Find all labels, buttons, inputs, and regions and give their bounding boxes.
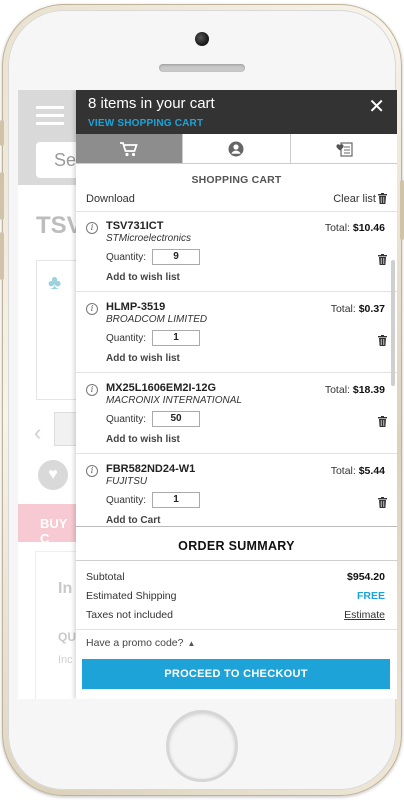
promo-code-label: Have a promo code?: [86, 637, 184, 649]
leaf-icon: ♣: [48, 272, 62, 294]
download-link[interactable]: Download: [86, 193, 135, 205]
proceed-to-checkout-button[interactable]: PROCEED TO CHECKOUT: [82, 659, 390, 689]
mute-switch: [0, 120, 4, 146]
quantity-label: Quantity:: [106, 252, 147, 263]
manufacturer: BROADCOM LIMITED: [106, 314, 208, 325]
info-icon[interactable]: i: [86, 222, 98, 234]
chevron-left-icon[interactable]: ‹: [34, 420, 41, 446]
earpiece-speaker: [159, 64, 245, 72]
clear-list-button[interactable]: Clear list: [333, 193, 387, 205]
add-to-wish-list-link[interactable]: Add to wish list: [106, 434, 180, 445]
wishlist-icon: [336, 141, 353, 157]
trash-icon: [378, 193, 387, 204]
cart-item: i MX25L1606EM2I-12G MACRONIX INTERNATION…: [76, 374, 397, 454]
cart-icon: [120, 141, 138, 156]
item-total: Total: $0.37: [331, 303, 385, 315]
cart-tabs: [76, 134, 397, 164]
cart-item: i HLMP-3519 BROADCOM LIMITED Total: $0.3…: [76, 293, 397, 373]
add-to-wish-list-link[interactable]: Add to wish list: [106, 353, 180, 364]
info-icon[interactable]: i: [86, 465, 98, 477]
scrollbar[interactable]: [391, 260, 395, 386]
front-camera: [195, 32, 209, 46]
divider: [76, 629, 397, 630]
part-number[interactable]: FBR582ND24-W1: [106, 463, 195, 475]
cart-items-list: i TSV731ICT STMicroelectronics Total: $1…: [76, 212, 397, 526]
quantity-label: Quantity:: [106, 414, 147, 425]
trash-icon[interactable]: [378, 335, 387, 346]
shopping-cart-heading: SHOPPING CART: [191, 174, 282, 186]
trash-icon[interactable]: [378, 497, 387, 508]
quantity-input[interactable]: 50: [152, 411, 200, 427]
section-heading: In: [58, 580, 73, 597]
quantity-heading: QU: [58, 630, 76, 644]
order-summary-title: ORDER SUMMARY: [178, 539, 295, 553]
estimate-link[interactable]: Estimate: [344, 609, 385, 621]
volume-up-button: [0, 172, 4, 220]
buy-button[interactable]: BUY C: [18, 504, 78, 546]
manufacturer: MACRONIX INTERNATIONAL: [106, 395, 242, 406]
total-value: $5.44: [358, 465, 385, 477]
quantity-input[interactable]: 1: [152, 330, 200, 346]
heart-add-icon[interactable]: ♥: [38, 460, 68, 490]
info-icon[interactable]: i: [86, 384, 98, 396]
manufacturer: FUJITSU: [106, 476, 148, 487]
item-total: Total: $5.44: [331, 465, 385, 477]
item-total: Total: $10.46: [325, 222, 385, 234]
total-label: Total:: [330, 465, 356, 477]
home-button[interactable]: [166, 710, 238, 782]
trash-icon[interactable]: [378, 416, 387, 427]
cart-title: 8 items in your cart: [88, 95, 215, 112]
volume-down-button: [0, 232, 4, 280]
view-shopping-cart-link[interactable]: VIEW SHOPPING CART: [88, 118, 203, 129]
quantity-label: Quantity:: [106, 333, 147, 344]
part-number[interactable]: HLMP-3519: [106, 301, 165, 313]
total-value: $10.46: [352, 222, 385, 234]
cart-header: 8 items in your cart ✕ VIEW SHOPPING CAR…: [76, 90, 397, 134]
info-icon[interactable]: i: [86, 303, 98, 315]
item-total: Total: $18.39: [325, 384, 385, 396]
increment-text: Inc: [58, 654, 73, 666]
shipping-row: Estimated Shipping FREE: [86, 590, 385, 602]
taxes-row: Taxes not included Estimate: [86, 609, 385, 621]
power-button: [400, 180, 404, 240]
manufacturer: STMicroelectronics: [106, 233, 192, 244]
total-value: $18.39: [352, 384, 385, 396]
taxes-label: Taxes not included: [86, 609, 173, 621]
trash-icon[interactable]: [378, 254, 387, 265]
caret-up-icon: ▲: [187, 639, 196, 648]
tab-cart[interactable]: [76, 134, 183, 163]
total-value: $0.37: [358, 303, 385, 315]
shipping-label: Estimated Shipping: [86, 590, 177, 602]
order-summary: ORDER SUMMARY Subtotal $954.20 Estimated…: [76, 526, 397, 699]
subtotal-value: $954.20: [347, 571, 385, 583]
promo-code-toggle[interactable]: Have a promo code? ▲: [86, 637, 195, 649]
part-number[interactable]: TSV731ICT: [106, 220, 163, 232]
shipping-value: FREE: [356, 590, 385, 602]
add-to-wish-list-link[interactable]: Add to wish list: [106, 272, 180, 283]
subtotal-label: Subtotal: [86, 571, 125, 583]
tab-account[interactable]: [182, 134, 290, 163]
part-number[interactable]: MX25L1606EM2I-12G: [106, 382, 216, 394]
total-label: Total:: [330, 303, 356, 315]
tab-wishlist[interactable]: [289, 134, 397, 163]
cart-drawer: 8 items in your cart ✕ VIEW SHOPPING CAR…: [76, 90, 397, 699]
total-label: Total:: [324, 384, 350, 396]
add-to-cart-link[interactable]: Add to Cart: [106, 515, 160, 526]
hamburger-menu-icon[interactable]: [36, 106, 64, 125]
total-label: Total:: [324, 222, 350, 234]
subtotal-row: Subtotal $954.20: [86, 571, 385, 583]
cart-item: i FBR582ND24-W1 FUJITSU Total: $5.44 Qua…: [76, 455, 397, 526]
close-icon[interactable]: ✕: [368, 94, 385, 119]
divider: [76, 560, 397, 561]
quantity-input[interactable]: 1: [152, 492, 200, 508]
quantity-input[interactable]: 9: [152, 249, 200, 265]
user-icon: [228, 141, 244, 156]
cart-item: i TSV731ICT STMicroelectronics Total: $1…: [76, 212, 397, 292]
quantity-label: Quantity:: [106, 495, 147, 506]
phone-screen: Se TSV ♣ ‹ ♥ BUY C In QU Inc 8 items in …: [18, 90, 397, 699]
clear-list-label: Clear list: [333, 193, 376, 205]
